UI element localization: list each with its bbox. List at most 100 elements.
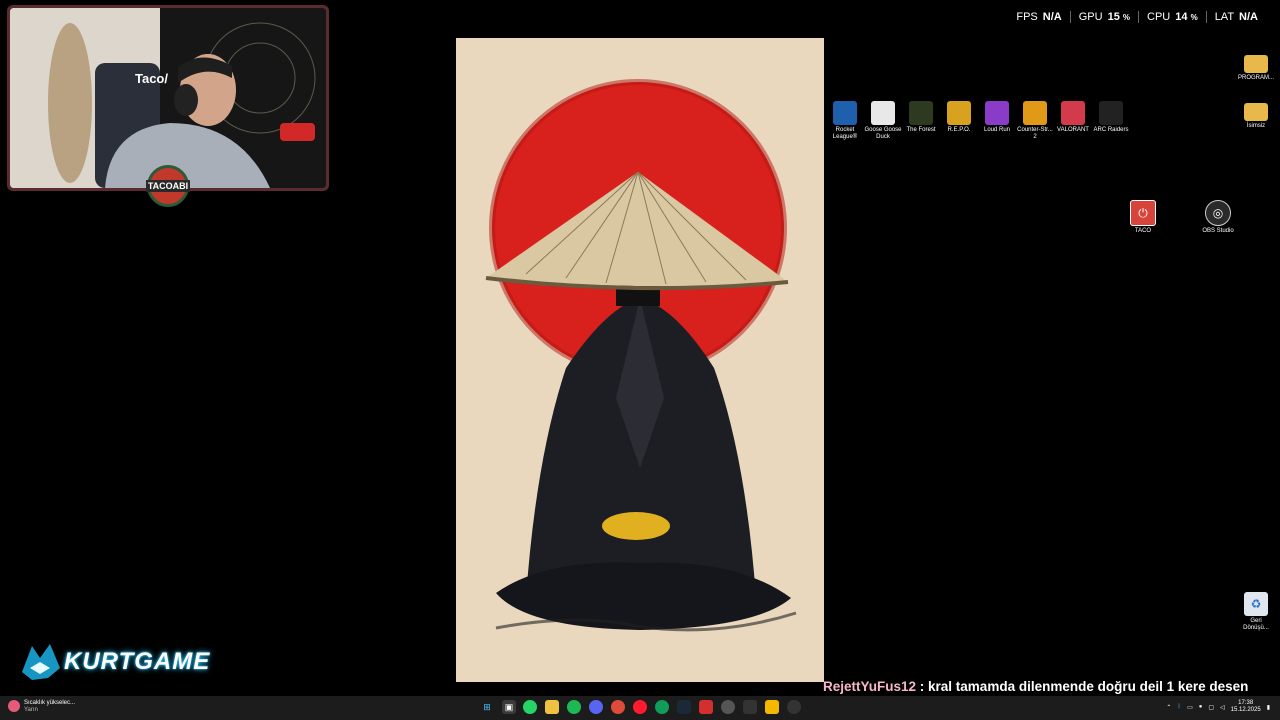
desktop-icon-isimsiz[interactable]: İsimsiz [1237,103,1275,130]
desktop-icon-rocket-league[interactable]: Rocket League® [826,101,864,141]
display-icon[interactable]: ▢ [1208,704,1214,711]
recycle-bin-icon: ♻ [1244,592,1268,616]
gpu-label: GPU [1078,11,1103,23]
clock-time: 17:38 [1238,700,1254,706]
forest-icon [909,101,933,125]
desktop-icon-label: ARC Raiders [1093,127,1129,133]
chevron-up-icon[interactable]: ⌃ [1166,704,1171,711]
divider [1138,11,1140,23]
desktop-icons-row: Rocket League® Goose Goose Duck The Forest… [826,101,1130,141]
desktop-icon-label: Geri Dönüşü... [1243,618,1269,631]
folder-icon [1244,55,1268,73]
repo-icon [947,101,971,125]
fps-label: FPS [1016,11,1038,23]
power-icon: ⏻ [1130,200,1156,226]
wallpaper-image [456,38,824,682]
desktop-icon-label: OBS Studio [1202,228,1234,234]
epic-games-icon[interactable] [743,700,757,714]
weather-subtitle: Yarın [24,707,38,713]
rocket-league-icon [833,101,857,125]
app-icon[interactable] [765,700,779,714]
percent-unit: % [1122,13,1131,22]
start-icon[interactable]: ⊞ [480,700,494,714]
latency-value: N/A [1239,11,1258,23]
webcam-feed [10,8,326,188]
latency-label: LAT [1214,11,1235,23]
weather-icon [8,700,20,712]
network-icon[interactable]: ▭ [1187,704,1193,711]
microphone-icon[interactable]: ● [1199,704,1203,710]
divider [1205,11,1207,23]
badge-label: TACOABI [145,180,191,192]
cpu-label: CPU [1147,11,1171,23]
valorant-icon [1061,101,1085,125]
desktop-icon-loud-run[interactable]: Loud Run [978,101,1016,141]
divider [1069,11,1071,23]
desktop-icon-label: PROGRAM... [1237,75,1274,81]
percent-unit: % [1190,13,1198,22]
desktop-icon-label: R.E.P.O. [947,127,971,133]
folder-icon [1244,103,1268,121]
task-view-icon[interactable]: ▣ [502,700,516,714]
bluetooth-icon[interactable]: ᛒ [1177,704,1181,710]
shirt-text: Taco/ [135,71,168,86]
webcam-scene [10,8,326,188]
cs2-icon [1023,101,1047,125]
desktop-icon-valorant[interactable]: VALORANT [1054,101,1092,141]
notification-icon[interactable]: ▮ [1267,704,1270,711]
fps-stat: FPS N/A [1016,11,1061,23]
chrome-icon[interactable] [611,700,625,714]
desktop-icon-goose[interactable]: Goose Goose Duck [864,101,902,141]
fps-value: N/A [1042,11,1062,23]
loud-run-icon [985,101,1009,125]
desktop-icon-taco[interactable]: ⏻ TACO [1124,200,1162,235]
chat-separator: : [916,679,929,694]
steam-icon[interactable] [677,700,691,714]
arc-raiders-icon [1099,101,1123,125]
desktop-icon-programs[interactable]: PROGRAM... [1237,55,1275,82]
desktop-icon-label: Counter-Str... 2 [1017,127,1053,140]
desktop-icon-arc-raiders[interactable]: ARC Raiders [1092,101,1130,141]
whatsapp-icon[interactable] [523,700,537,714]
performance-overlay: FPS N/A GPU 15 % CPU 14 % LAT N/A [1016,11,1258,23]
clock-date: 15.12.2025 [1230,707,1261,713]
volume-icon[interactable]: ◁ [1220,704,1225,711]
weather-widget[interactable]: Sıcaklık yükselec... Yarın [8,700,75,714]
chat-username: RejettYuFus12 [823,679,917,694]
desktop-icon-label: Loud Run [983,127,1011,133]
obs-taskbar-icon[interactable] [787,700,801,714]
goose-icon [871,101,895,125]
obs-icon: ◎ [1205,200,1231,226]
desktop-icon-obs[interactable]: ◎ OBS Studio [1199,200,1237,235]
cpu-value: 14 [1175,11,1188,23]
gpu-value: 15 [1107,11,1120,23]
desktop-icon-label: The Forest [906,127,936,133]
desktop-icon-label: TACO [1134,228,1152,234]
desktop-icon-recycle-bin[interactable]: ♻ Geri Dönüşü... [1237,592,1275,632]
desktop-icon-label: Rocket League® [832,127,858,140]
desktop-icon-label: VALORANT [1057,127,1089,133]
desktop-icon-label: İsimsiz [1246,123,1266,129]
riot-client-icon[interactable] [699,700,713,714]
webcam-overlay: Taco/ [7,5,329,191]
logo-text: KURTGAME [64,648,211,675]
system-tray: ⌃ ᛒ ▭ ● ▢ ◁ 17:38 15.12.2025 ▮ [1166,700,1270,714]
clock[interactable]: 17:38 15.12.2025 [1231,700,1261,714]
cpu-stat: CPU 14 % [1147,11,1198,23]
wolf-logo-icon [22,644,60,680]
desktop-icon-cs2[interactable]: Counter-Str... 2 [1016,101,1054,141]
edge-icon[interactable] [655,700,669,714]
samurai-artwork [456,38,824,682]
gpu-stat: GPU 15 % [1079,11,1130,23]
desktop-icon-forest[interactable]: The Forest [902,101,940,141]
webcam-badge: TACOABI [145,165,191,207]
opera-icon[interactable] [633,700,647,714]
weather-title: Sıcaklık yükselec... [24,700,76,706]
desktop-icon-repo[interactable]: R.E.P.O. [940,101,978,141]
file-explorer-icon[interactable] [545,700,559,714]
spotify-icon[interactable] [567,700,581,714]
kurtgame-logo: KURTGAME [18,638,211,684]
discord-icon[interactable] [589,700,603,714]
desktop-icon-label: Goose Goose Duck [864,127,902,140]
settings-icon[interactable] [721,700,735,714]
